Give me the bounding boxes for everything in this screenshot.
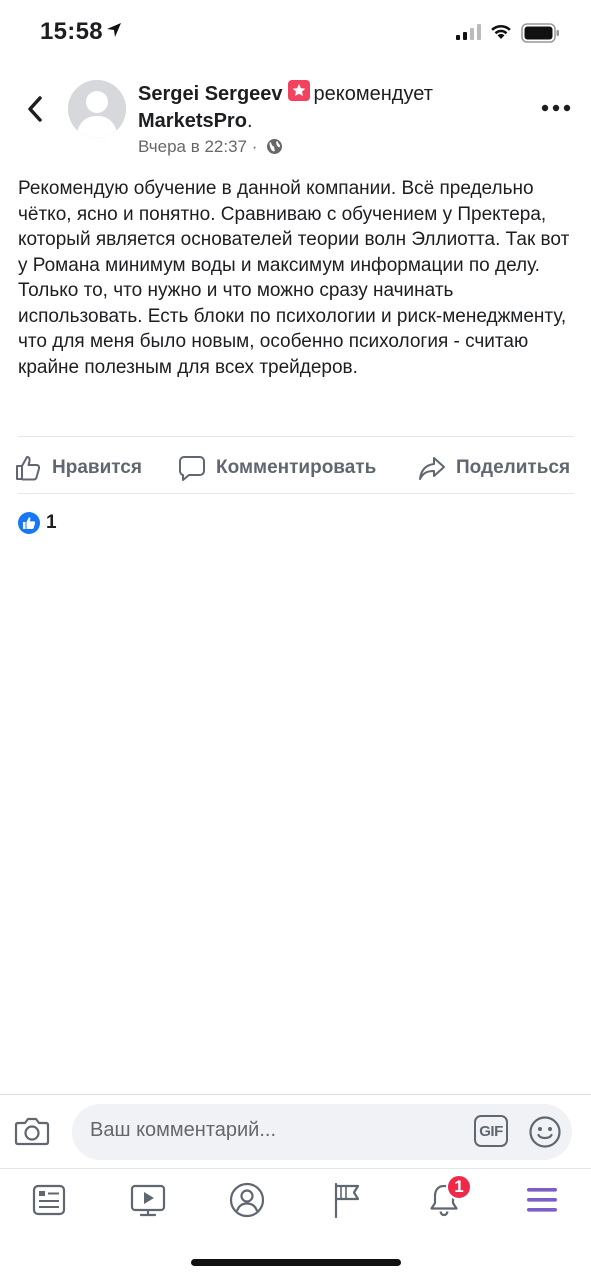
author-name[interactable]: Sergei Sergeev <box>138 83 283 105</box>
page-name[interactable]: MarketsPro <box>138 110 247 132</box>
tab-menu[interactable] <box>522 1180 562 1220</box>
like-button[interactable]: Нравится <box>14 446 142 490</box>
divider <box>18 436 574 437</box>
tab-news-feed[interactable] <box>29 1180 69 1220</box>
comment-input[interactable]: Ваш комментарий... GIF <box>72 1104 572 1160</box>
camera-icon[interactable] <box>14 1114 50 1148</box>
tab-watch[interactable] <box>128 1180 168 1220</box>
home-indicator <box>191 1259 401 1266</box>
post-timestamp[interactable]: Вчера в 22:37 <box>138 137 247 156</box>
globe-icon <box>267 139 283 154</box>
default-avatar-icon <box>68 80 126 138</box>
status-time: 15:58 <box>40 18 103 45</box>
recommend-star-icon <box>287 80 310 101</box>
like-label: Нравится <box>52 457 142 478</box>
tab-notifications[interactable]: 1 <box>424 1174 472 1220</box>
comment-label: Комментировать <box>216 457 377 478</box>
tab-profile[interactable] <box>227 1180 267 1220</box>
wifi-icon <box>491 24 511 39</box>
notifications-badge: 1 <box>446 1174 472 1200</box>
location-arrow-icon <box>107 23 121 37</box>
more-options-icon[interactable] <box>540 102 572 114</box>
share-arrow-icon <box>419 457 445 480</box>
like-reaction-icon <box>18 512 40 534</box>
comment-button[interactable]: Комментировать <box>178 446 376 490</box>
gif-button[interactable]: GIF <box>474 1115 508 1147</box>
news-feed-icon <box>32 1184 66 1216</box>
profile-icon <box>229 1182 265 1218</box>
thumbs-up-icon <box>16 456 41 481</box>
battery-icon <box>521 23 559 43</box>
reactions-summary[interactable]: 1 <box>18 512 57 534</box>
divider <box>0 1094 591 1095</box>
emoji-icon[interactable] <box>528 1115 562 1149</box>
back-chevron-icon[interactable] <box>20 92 50 126</box>
watch-icon <box>130 1184 166 1217</box>
tab-pages[interactable] <box>326 1180 366 1220</box>
divider <box>18 493 574 494</box>
cellular-signal-icon <box>456 24 481 40</box>
post-header: Sergei Sergeev рекомендует MarketsPro. В… <box>138 79 518 159</box>
post-text: Рекомендую обучение в данной компании. В… <box>18 178 570 378</box>
pages-flag-icon <box>334 1182 360 1219</box>
recommend-verb: рекомендует <box>313 83 433 105</box>
post-actions-bar: Нравится Комментировать Поделиться <box>0 446 591 490</box>
comment-bubble-icon <box>179 456 205 481</box>
status-bar: 15:58 <box>0 0 591 66</box>
avatar[interactable] <box>68 80 126 138</box>
divider <box>0 1168 591 1169</box>
share-label: Поделиться <box>456 457 571 478</box>
reaction-count: 1 <box>46 512 57 533</box>
comment-placeholder: Ваш комментарий... <box>90 1119 277 1141</box>
page-suffix: . <box>246 110 253 132</box>
menu-hamburger-icon <box>527 1188 557 1212</box>
meta-separator: · <box>251 137 258 156</box>
share-button[interactable]: Поделиться <box>418 446 570 490</box>
